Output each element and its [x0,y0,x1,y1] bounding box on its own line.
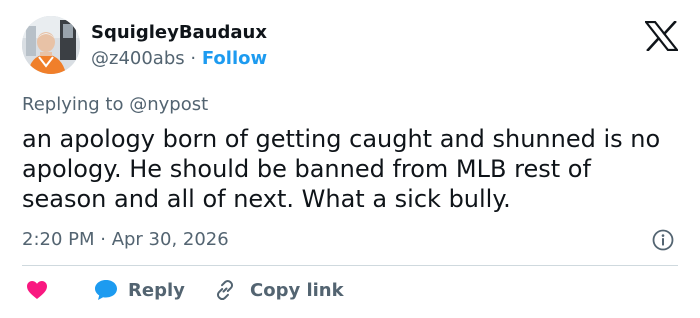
copy-link-label: Copy link [250,279,344,301]
author-display-name[interactable]: SquigleyBaudaux [91,22,267,43]
author-handle-row: @z400abs · Follow [91,48,267,69]
reply-label: Reply [128,279,185,301]
reply-button[interactable]: Reply [94,276,185,304]
divider [22,265,678,266]
heart-icon[interactable] [26,280,48,300]
handle-separator: · [190,48,197,69]
action-bar: Reply Copy link [22,276,682,304]
replying-to-line: Replying to @nypost [22,94,208,115]
replying-to-mention[interactable]: @nypost [129,94,208,115]
avatar[interactable] [22,16,80,74]
follow-button[interactable]: Follow [202,48,267,69]
link-icon [216,279,234,301]
author-handle[interactable]: @z400abs [91,48,185,69]
copy-link-button[interactable]: Copy link [214,276,344,304]
info-icon[interactable] [652,229,674,251]
speech-bubble-icon [95,280,117,300]
replying-to-prefix: Replying to [22,94,124,115]
tweet-timestamp[interactable]: 2:20 PM · Apr 30, 2026 [22,229,229,250]
avatar-photo [22,16,80,74]
x-logo-icon[interactable] [643,20,680,52]
tweet-text: an apology born of getting caught and sh… [22,125,661,213]
